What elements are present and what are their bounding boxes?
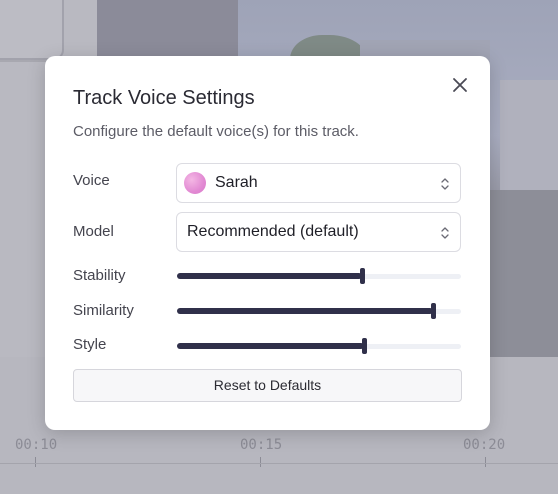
slider-fill [177,343,365,349]
voice-select[interactable]: Sarah [176,163,461,203]
close-icon[interactable] [449,74,471,96]
chevron-up-down-icon [441,178,449,190]
slider-fill [177,308,433,314]
slider-thumb[interactable] [362,338,368,354]
slider-fill [177,273,362,279]
similarity-label: Similarity [73,302,134,319]
timeline-tick [485,457,486,467]
slider-thumb[interactable] [430,303,436,319]
similarity-slider[interactable] [177,303,461,319]
timeline-tick [260,457,261,467]
timeline-tick [35,457,36,467]
preview-building [500,80,558,190]
timeline-label: 00:15 [240,437,283,453]
slider-thumb[interactable] [359,268,365,284]
reset-to-defaults-button[interactable]: Reset to Defaults [73,369,462,402]
stability-slider[interactable] [177,268,461,284]
timeline-ruler [0,463,558,464]
model-select[interactable]: Recommended (default) [176,212,461,252]
dialog-title: Track Voice Settings [73,87,255,109]
dialog-subtitle: Configure the default voice(s) for this … [73,123,359,140]
stability-label: Stability [73,267,126,284]
chevron-up-down-icon [441,227,449,239]
style-label: Style [73,336,107,353]
voice-avatar [184,172,206,194]
voice-label: Voice [73,172,110,189]
model-value: Recommended (default) [187,223,359,240]
model-label: Model [73,223,114,240]
media-card [0,0,64,60]
style-slider[interactable] [177,338,461,354]
voice-value: Sarah [215,174,258,191]
timeline-label: 00:10 [15,437,58,453]
timeline-label: 00:20 [463,437,506,453]
track-voice-settings-dialog: Track Voice Settings Configure the defau… [45,56,490,430]
